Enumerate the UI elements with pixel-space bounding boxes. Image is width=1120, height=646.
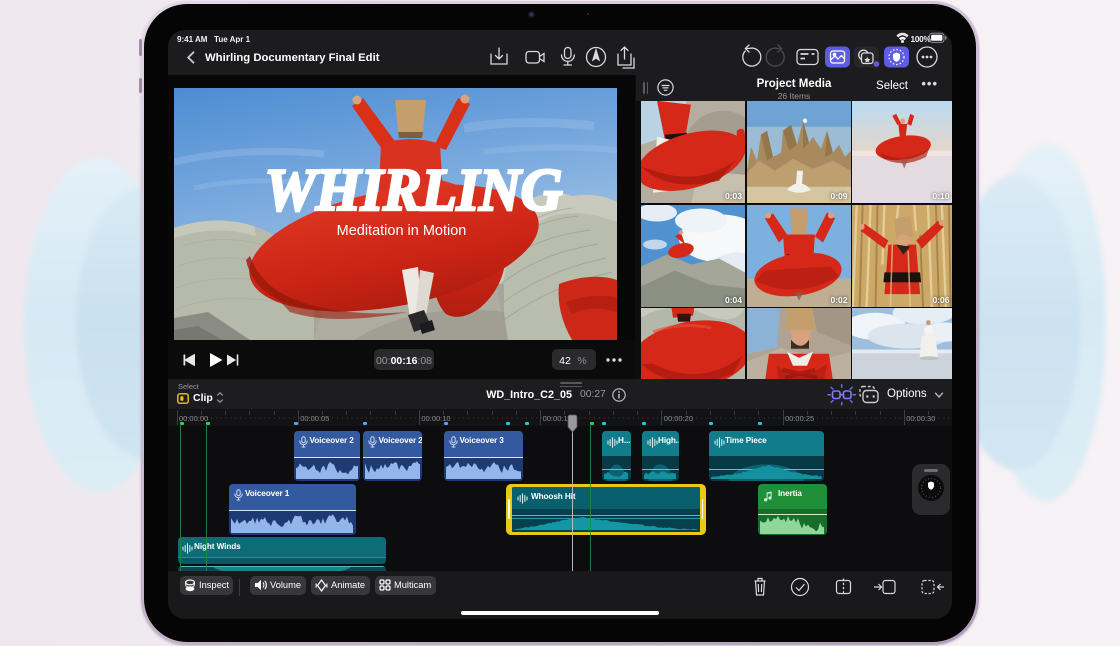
- svg-text:100%: 100%: [911, 34, 932, 44]
- svg-text:%: %: [577, 355, 586, 367]
- svg-text:42: 42: [559, 355, 571, 367]
- svg-text:00:00:16:08: 00:00:16:08: [376, 355, 432, 367]
